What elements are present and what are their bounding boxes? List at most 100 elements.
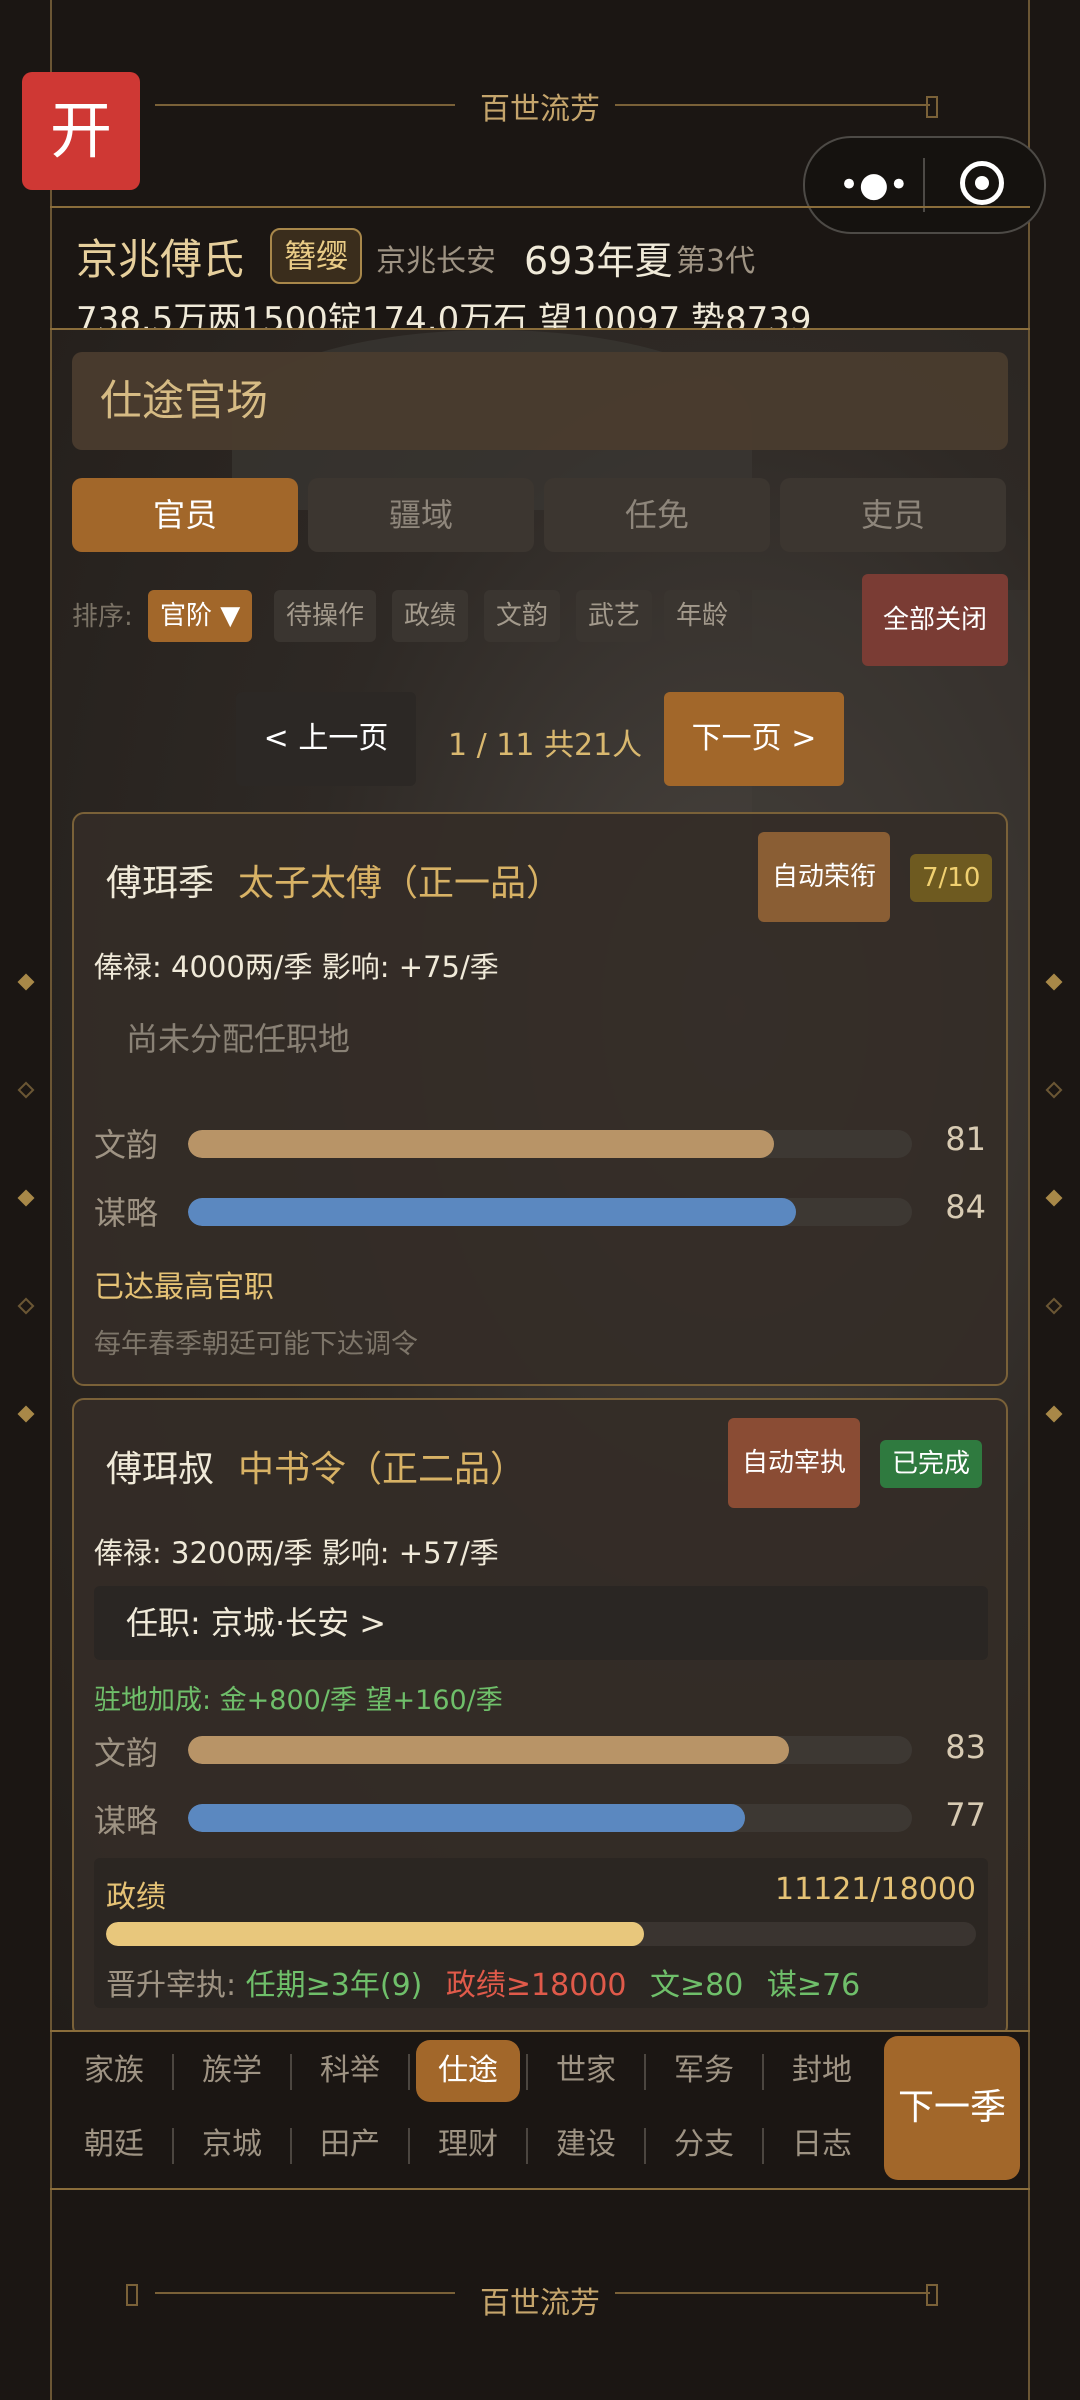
nav-military[interactable]: 军务: [652, 2040, 756, 2102]
generation: 第3代: [676, 244, 756, 279]
requirement-item: 任期≥3年(9): [245, 1968, 423, 2003]
nav-separator: [290, 2054, 292, 2090]
official-rank: 太子太傅（正一品）: [238, 863, 563, 904]
nav-exam[interactable]: 科举: [298, 2040, 402, 2102]
open-button[interactable]: 开: [22, 72, 140, 190]
attr-literary-value: 83: [945, 1728, 986, 1766]
nav-fief[interactable]: 封地: [770, 2040, 874, 2102]
banner-line-right: [615, 104, 930, 106]
top-rank-note: 已达最高官职: [94, 1270, 274, 1305]
attr-literary-label: 文韵: [94, 1126, 159, 1164]
nav-separator: [644, 2128, 646, 2164]
post-location-button[interactable]: 任职: 京城·长安 >: [94, 1586, 988, 1660]
merit-fill: [106, 1922, 644, 1946]
tab-clerks[interactable]: 吏员: [780, 478, 1006, 552]
nav-career[interactable]: 仕途: [416, 2040, 520, 2102]
nav-separator: [762, 2054, 764, 2090]
nav-farmland[interactable]: 田产: [298, 2114, 402, 2176]
merit-value: 11121/18000: [775, 1872, 976, 1907]
ornament-diamond: [17, 1405, 35, 1423]
sort-rank[interactable]: 官阶 ▼: [148, 590, 253, 642]
ornament-diamond: [1045, 1405, 1063, 1423]
attr-strategy-label: 谋略: [94, 1194, 159, 1232]
requirement-item: 谋≥76: [766, 1968, 861, 2003]
attr-literary-fill: [188, 1736, 789, 1764]
prev-page-button[interactable]: < 上一页: [236, 692, 416, 786]
next-season-button[interactable]: 下一季: [884, 2036, 1020, 2180]
official-rank: 中书令（正二品）: [238, 1449, 527, 1490]
attr-strategy-bar: [188, 1198, 912, 1226]
close-all-button[interactable]: 全部关闭: [862, 574, 1008, 666]
family-rank-badge: 簪缨: [270, 228, 363, 284]
nav-separator: [526, 2054, 528, 2090]
official-name: 傅珥叔: [106, 1449, 215, 1490]
attr-literary-fill: [188, 1130, 775, 1158]
banner-line-end: [926, 96, 938, 118]
hint-text: 每年春季朝廷可能下达调令: [94, 1329, 418, 1360]
nav-separator: [762, 2128, 764, 2164]
nav-divider-top: [50, 2030, 1030, 2032]
nav-court[interactable]: 朝廷: [62, 2114, 166, 2176]
next-page-button[interactable]: 下一页 >: [664, 692, 844, 786]
station-bonus: 驻地加成: 金+800/季 望+160/季: [94, 1685, 503, 1716]
official-card: 傅珥叔 中书令（正二品） 自动宰执 已完成 俸禄: 3200两/季 影响: +5…: [72, 1398, 1008, 2030]
nav-separator: [526, 2128, 528, 2164]
nav-capital[interactable]: 京城: [180, 2114, 284, 2176]
header-divider: [50, 206, 1030, 208]
nav-clan-school[interactable]: 族学: [180, 2040, 284, 2102]
ornament-diamond: [1045, 973, 1063, 991]
sort-bar: 排序: 官阶 ▼ 待操作 政绩 文韵 武艺 年龄 全部关闭: [72, 574, 1012, 674]
tab-territory[interactable]: 疆域: [308, 478, 534, 552]
ornament-diamond: [17, 1189, 35, 1207]
nav-separator: [644, 2054, 646, 2090]
official-name: 傅珥季: [106, 863, 215, 904]
attr-literary-label: 文韵: [94, 1734, 159, 1772]
page-info: 1 / 11 共21人: [448, 728, 643, 763]
status-badge: 7/10: [910, 854, 993, 902]
sort-pending[interactable]: 待操作: [274, 590, 377, 642]
sort-age[interactable]: 年龄: [664, 590, 741, 642]
nav-finance[interactable]: 理财: [416, 2114, 520, 2176]
more-icon[interactable]: •●•: [839, 168, 909, 202]
nav-separator: [408, 2054, 410, 2090]
ornament-diamond: [1045, 1081, 1063, 1099]
requirement-item: 文≥80: [650, 1968, 744, 2003]
footer-line-right: [615, 2292, 930, 2294]
merit-panel: 政绩 11121/18000 晋升宰执: 任期≥3年(9) 政绩≥18000 文…: [94, 1858, 988, 2008]
sort-literary[interactable]: 文韵: [484, 590, 561, 642]
attr-literary-bar: [188, 1736, 912, 1764]
nav-separator: [408, 2128, 410, 2164]
salary-info: 俸禄: 4000两/季 影响: +75/季: [94, 950, 499, 984]
sort-martial[interactable]: 武艺: [576, 590, 653, 642]
requirements-prefix: 晋升宰执:: [106, 1968, 246, 2003]
sort-label: 排序:: [72, 602, 133, 632]
attr-strategy-bar: [188, 1804, 912, 1832]
attr-strategy-fill: [188, 1198, 797, 1226]
nav-construction[interactable]: 建设: [534, 2114, 638, 2176]
attr-strategy-fill: [188, 1804, 746, 1832]
family-location: 京兆长安: [376, 244, 496, 279]
year-season: 693年夏: [524, 239, 673, 283]
official-card: 傅珥季 太子太傅（正一品） 自动荣衔 7/10 俸禄: 4000两/季 影响: …: [72, 812, 1008, 1386]
footer-line-end: [926, 2284, 938, 2306]
nav-family[interactable]: 家族: [62, 2040, 166, 2102]
tab-officials[interactable]: 官员: [72, 478, 298, 552]
nav-log[interactable]: 日志: [770, 2114, 874, 2176]
nav-noble-families[interactable]: 世家: [534, 2040, 638, 2102]
requirement-item: 政绩≥18000: [445, 1968, 627, 2003]
sort-merit[interactable]: 政绩: [392, 590, 469, 642]
ornament-diamond: [17, 1297, 35, 1315]
ornament-diamond: [17, 1081, 35, 1099]
attr-strategy-label: 谋略: [94, 1802, 159, 1840]
tab-bar: 官员 疆域 任免 吏员: [72, 478, 1008, 552]
nav-branch[interactable]: 分支: [652, 2114, 756, 2176]
status-badge: 已完成: [880, 1440, 983, 1488]
ornament-diamond: [1045, 1189, 1063, 1207]
close-target-icon[interactable]: [960, 161, 1004, 205]
tab-appointment[interactable]: 任免: [544, 478, 770, 552]
auto-honor-button[interactable]: 自动荣衔: [758, 832, 891, 922]
footer-banner-title: 百世流芳: [480, 2286, 600, 2321]
auto-chancellor-button[interactable]: 自动宰执: [728, 1418, 861, 1508]
nav-separator: [172, 2128, 174, 2164]
miniprogram-capsule: •●•: [803, 136, 1046, 234]
